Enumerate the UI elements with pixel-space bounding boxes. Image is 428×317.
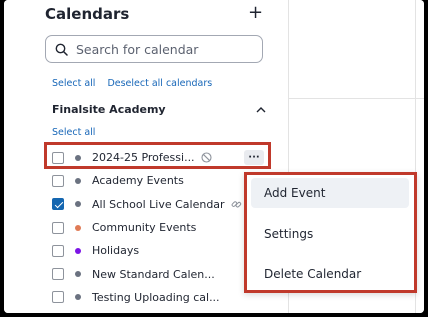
calendar-checkbox[interactable] (52, 244, 64, 257)
menu-item-settings[interactable]: Settings (251, 219, 409, 249)
calendar-list: 2024-25 Professi... ··· Academy Events A… (52, 146, 272, 309)
calendar-label: All School Live Calendar (92, 197, 225, 211)
calendar-context-menu: Add Event Settings Delete Calendar (244, 172, 417, 293)
group-title: Finalsite Academy (52, 103, 166, 116)
sidebar-title: Calendars (45, 5, 130, 23)
calendar-label: Academy Events (92, 174, 184, 188)
calendar-color-dot (75, 154, 81, 161)
calendar-color-dot (75, 271, 81, 278)
calendar-color-dot (75, 294, 81, 301)
grid-divider (289, 98, 424, 99)
calendar-checkbox[interactable] (52, 291, 64, 304)
chevron-up-icon[interactable] (256, 106, 266, 113)
calendar-checkbox[interactable] (52, 268, 64, 281)
plus-icon[interactable]: + (248, 4, 263, 22)
calendar-item-professional[interactable]: 2024-25 Professi... ··· (52, 146, 272, 169)
app-window: Calendars + Select all Deselect all cale… (4, 0, 424, 313)
calendar-label: Holidays (92, 244, 140, 258)
calendar-label: Community Events (92, 221, 197, 235)
menu-item-delete-calendar[interactable]: Delete Calendar (251, 259, 409, 289)
deselect-all-link[interactable]: Deselect all calendars (107, 78, 212, 89)
menu-item-add-event[interactable]: Add Event (251, 178, 409, 208)
search-input[interactable] (76, 41, 246, 57)
calendar-color-dot (75, 224, 81, 231)
link-icon (231, 199, 242, 210)
calendar-item-all-school-live[interactable]: All School Live Calendar (52, 193, 272, 216)
calendar-label: Testing Uploading cal... (92, 290, 220, 304)
calendar-checkbox-checked[interactable] (52, 198, 64, 211)
search-field[interactable] (45, 35, 263, 63)
calendar-color-dot (75, 177, 81, 184)
group-header[interactable]: Finalsite Academy (52, 103, 266, 116)
calendar-item-testing-uploading[interactable]: Testing Uploading cal... (52, 286, 272, 309)
calendar-checkbox[interactable] (52, 151, 64, 164)
calendar-label: New Standard Calen... (92, 267, 215, 281)
calendar-item-holidays[interactable]: Holidays (52, 239, 272, 262)
calendar-checkbox[interactable] (52, 174, 64, 187)
calendar-item-new-standard[interactable]: New Standard Calen... (52, 262, 272, 285)
calendar-color-dot (75, 201, 81, 208)
calendar-color-dot (75, 247, 81, 254)
calendar-item-community-events[interactable]: Community Events (52, 216, 272, 239)
selection-links: Select all Deselect all calendars (52, 78, 212, 89)
more-options-button[interactable]: ··· (244, 150, 264, 165)
search-icon (55, 43, 68, 56)
calendar-item-academy-events[interactable]: Academy Events (52, 169, 272, 192)
select-all-link[interactable]: Select all (52, 78, 95, 89)
group-select-all-link[interactable]: Select all (52, 127, 95, 138)
calendar-label: 2024-25 Professi... (92, 151, 195, 165)
hidden-icon (201, 152, 212, 163)
calendar-checkbox[interactable] (52, 221, 64, 234)
